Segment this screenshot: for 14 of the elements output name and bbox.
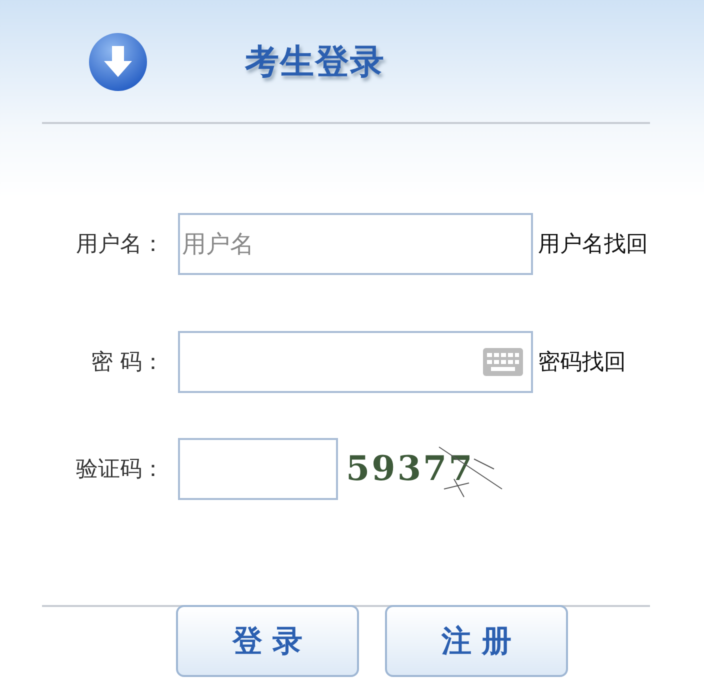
register-button[interactable]: 注 册: [385, 605, 568, 677]
captcha-field[interactable]: [178, 438, 338, 500]
field-label: 密 码：: [90, 349, 165, 377]
username-field[interactable]: 用户名: [178, 213, 533, 275]
keyboard-icon[interactable]: [483, 348, 523, 376]
password-field[interactable]: [178, 331, 533, 393]
field-label: 用户名：: [75, 231, 165, 259]
recover-link[interactable]: 密码找回: [538, 347, 626, 377]
login-title: 考生登录: [245, 41, 385, 84]
recover-link[interactable]: 用户名找回: [538, 229, 648, 259]
download-icon: [88, 32, 148, 92]
login-button[interactable]: 登 录: [176, 605, 359, 677]
field-label: 验证码：: [75, 456, 165, 484]
captcha-text[interactable]: 59377: [346, 449, 474, 489]
